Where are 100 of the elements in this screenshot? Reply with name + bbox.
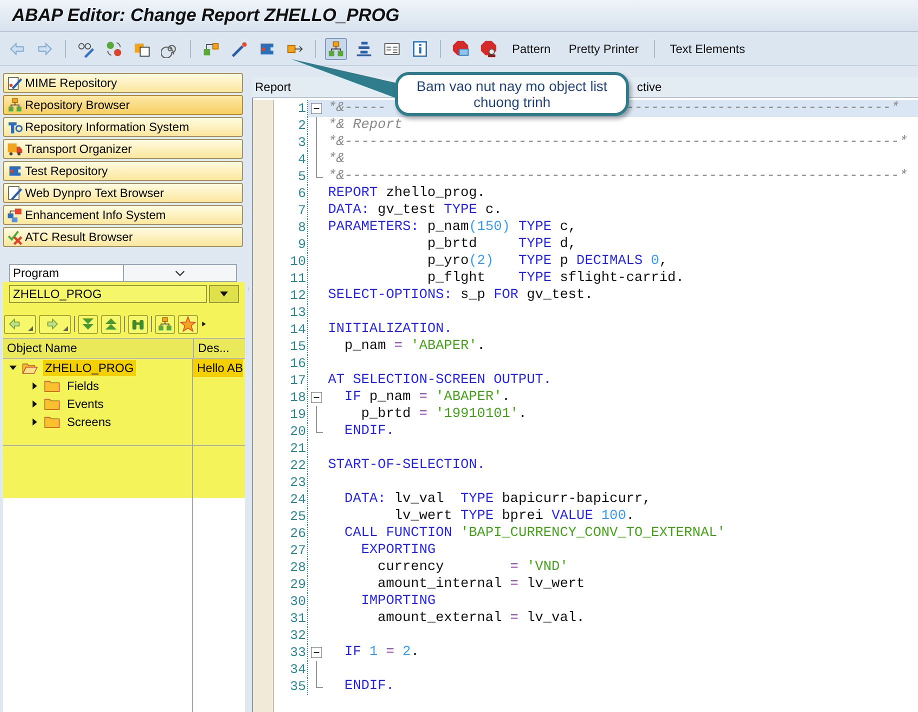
code-line: CALL FUNCTION 'BAPI_CURRENCY_CONV_TO_EXTERNAL' [344,525,726,542]
star-icon [180,316,196,332]
callout-bubble: Bam vao nut nay mo object list chuong trinh [395,72,629,116]
tree-toolbar-button[interactable] [78,314,98,334]
editor-tab[interactable]: Report [252,80,294,94]
fold-toggle-icon[interactable] [311,392,322,403]
hierarchy-icon [327,40,345,58]
tree-item[interactable]: Screens [65,414,114,430]
line-number: 11 [274,270,308,287]
code-line: REPORT zhello_prog. [328,185,486,202]
line-number: 10 [274,253,308,270]
line-number: 16 [274,355,308,372]
hierarchy-icon [7,207,23,223]
caret-icon [28,326,33,330]
code-line: p_yro(2) TYPE p DECIMALS 0, [426,253,668,270]
navigation-button[interactable]: MIME Repository [3,73,243,93]
code-line: p_flght TYPE sflight-carrid. [426,270,684,287]
navigation-button[interactable]: Enhancement Info System [3,205,243,225]
toolbar-button[interactable]: Pattern [506,40,557,58]
more-icon[interactable] [201,319,207,329]
toolbar-button[interactable]: Pretty Printer [562,40,645,58]
line-number: 24 [274,491,308,508]
code-line: START-OF-SELECTION. [328,457,486,474]
code-line: currency = 'VND' [376,559,568,576]
tree-item[interactable]: ZHELLO_PROG [43,360,136,376]
hierarchy-icon [157,316,173,332]
pencil-page-icon [7,185,23,201]
caret-icon [63,326,68,330]
line-number: 19 [274,406,308,423]
circles-icon [105,40,123,58]
navigation-button[interactable]: ATC Result Browser [3,227,243,247]
line-number: 26 [274,525,308,542]
line-number: 3 [274,134,308,151]
clamp-icon [7,163,23,179]
toolbar-button[interactable] [325,38,347,60]
code-line: lv_wert TYPE bprei VALUE 100. [393,508,634,525]
code-line: p_brtd = '19910101'. [360,406,527,423]
tree-item[interactable]: Fields [65,378,102,394]
line-number: 12 [274,287,308,304]
line-number: 32 [274,627,308,644]
line-number: 5 [274,168,308,185]
caret-right-icon[interactable] [31,382,39,390]
tree-toolbar-button[interactable] [101,314,121,334]
tool-icon [7,119,23,135]
navigation-button[interactable]: Repository Information System [3,117,243,137]
folder-icon [43,414,61,430]
navigation-button[interactable]: Web Dynpro Text Browser [3,183,243,203]
tree-item[interactable]: Events [65,396,106,412]
tree-toolbar-button[interactable] [4,314,36,334]
caret-right-icon[interactable] [31,400,39,408]
object-type-dropdown[interactable]: Program [9,264,237,282]
object-name-field[interactable]: ZHELLO_PROG [9,285,207,303]
hierarchy-icon [7,97,23,113]
column-header[interactable]: Object Name [3,339,193,358]
fold-toggle-icon[interactable] [311,647,322,658]
info-icon [411,40,429,58]
code-line: INITIALIZATION. [328,321,452,338]
line-number: 28 [274,559,308,576]
line-number: 22 [274,457,308,474]
code-line: DATA: lv_val TYPE bapicurr-bapicurr, [344,491,651,508]
dropdown-button[interactable] [209,285,239,303]
navigation-button[interactable]: Repository Browser [3,95,243,115]
line-number: 33 [274,644,308,661]
status-text: ctive [636,80,663,94]
navigation-button[interactable]: Transport Organizer [3,139,243,159]
code-line: SELECT-OPTIONS: s_p FOR gv_test. [328,287,593,304]
line-number: 21 [274,440,308,457]
tree-toolbar-button[interactable] [39,314,71,334]
code-line: ENDIF. [344,678,394,695]
line-number: 8 [274,219,308,236]
triangle-down-icon [218,289,230,299]
folder-icon [43,396,61,412]
toolbar-button[interactable]: Text Elements [664,40,752,58]
check-cross-icon [7,229,23,245]
line-number: 14 [274,321,308,338]
tree-description: Hello AB [193,359,243,377]
code-line: DATA: gv_test TYPE c. [328,202,502,219]
stop-sign-icon [480,40,498,58]
line-number: 4 [274,151,308,168]
wand-icon [230,40,248,58]
code-line: *& [328,151,345,168]
tree-toolbar-button[interactable] [178,314,198,334]
tree-toolbar-button[interactable] [155,314,175,334]
collapse-all-icon [103,316,119,332]
window-title: ABAP Editor: Change Report ZHELLO_PROG [12,5,400,26]
code-line: ENDIF. [344,423,394,440]
fold-toggle-icon[interactable] [311,103,322,114]
navigation-button[interactable]: Test Repository [3,161,243,181]
line-number: 13 [274,304,308,321]
line-number: 15 [274,338,308,355]
truck-icon [7,141,23,157]
code-line: AT SELECTION-SCREEN OUTPUT. [328,372,552,389]
code-line: *&-------------------------------------------------------------------* [328,134,908,151]
caret-right-icon[interactable] [31,418,39,426]
folder-icon [43,378,61,394]
line-number: 20 [274,423,308,440]
tree-toolbar-button[interactable] [128,314,148,334]
line-number: 27 [274,542,308,559]
column-header[interactable]: Des... [193,339,243,358]
caret-down-icon[interactable] [9,364,17,372]
